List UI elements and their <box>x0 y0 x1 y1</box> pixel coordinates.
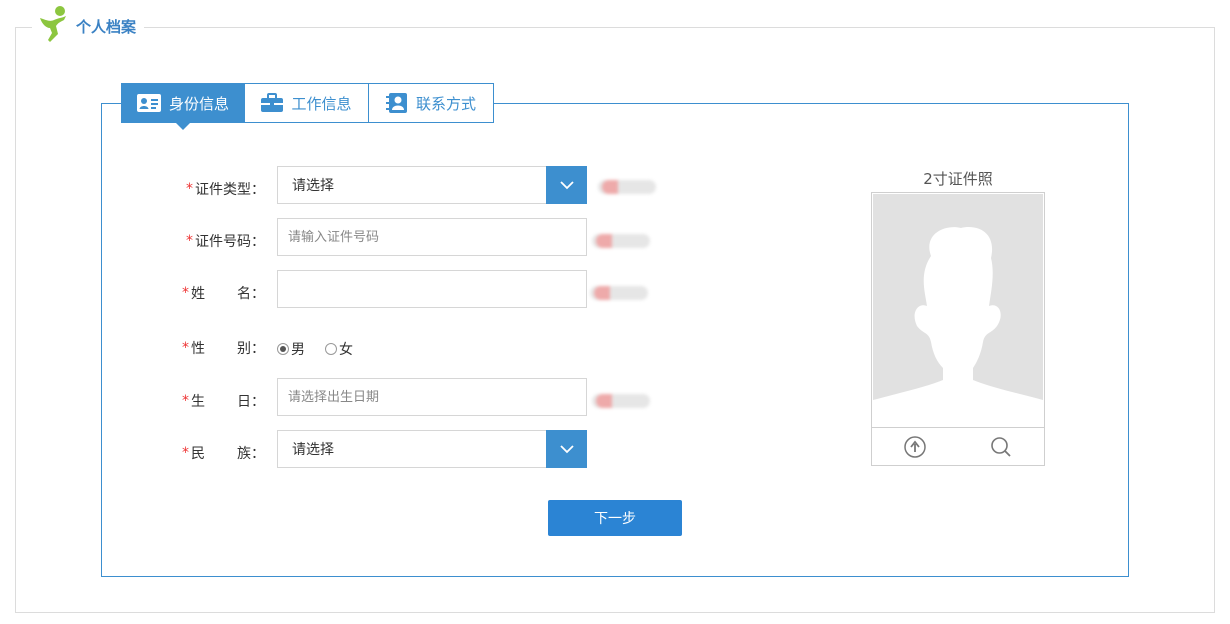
gender-option-female[interactable]: 女 <box>325 339 353 359</box>
id-type-value: 请选择 <box>292 178 334 194</box>
radio-button[interactable] <box>277 343 289 355</box>
briefcase-icon <box>261 93 284 113</box>
validation-hint <box>590 286 648 300</box>
page-title: 个人档案 <box>76 17 137 36</box>
gender-option-male[interactable]: 男 <box>277 339 305 359</box>
gender-label: * 性别： <box>182 340 265 357</box>
tab-bar: 身份信息 工作信息 联系方式 <box>121 83 494 130</box>
chevron-down-icon[interactable] <box>546 430 587 468</box>
photo-frame <box>871 192 1045 466</box>
active-tab-pointer <box>175 122 191 130</box>
contact-book-icon <box>385 92 408 114</box>
upload-icon[interactable] <box>903 435 927 459</box>
chevron-down-icon[interactable] <box>546 166 587 204</box>
search-icon[interactable] <box>989 435 1013 459</box>
page-header: 个人档案 <box>32 4 145 48</box>
birthday-input[interactable] <box>277 378 587 416</box>
radio-button[interactable] <box>325 343 337 355</box>
avatar-placeholder[interactable] <box>873 194 1043 426</box>
running-person-icon <box>36 4 70 48</box>
ethnicity-select[interactable]: 请选择 <box>277 430 587 468</box>
validation-hint <box>592 394 650 408</box>
validation-hint <box>598 180 656 194</box>
id-type-label: * 证件类型： <box>186 181 265 198</box>
birthday-label: * 生日： <box>182 393 265 410</box>
gender-radio-group: 男 女 <box>277 339 373 359</box>
tab-label: 身份信息 <box>168 94 229 113</box>
photo-title: 2寸证件照 <box>923 170 993 188</box>
tab-contact-info[interactable]: 联系方式 <box>369 83 494 123</box>
name-label: * 姓名： <box>182 285 265 302</box>
id-number-label: * 证件号码： <box>186 233 265 250</box>
ethnicity-value: 请选择 <box>292 442 334 458</box>
photo-toolbar <box>872 427 1044 465</box>
tab-identity-info[interactable]: 身份信息 <box>121 83 245 130</box>
name-input[interactable] <box>277 270 587 308</box>
tab-work-info[interactable]: 工作信息 <box>245 83 369 123</box>
validation-hint <box>592 234 650 248</box>
next-step-button[interactable]: 下一步 <box>548 500 682 536</box>
id-card-icon <box>136 94 161 112</box>
tab-label: 工作信息 <box>291 94 352 113</box>
id-number-input[interactable] <box>277 218 587 256</box>
id-type-select[interactable]: 请选择 <box>277 166 587 204</box>
ethnicity-label: * 民族： <box>182 445 265 462</box>
tab-label: 联系方式 <box>415 94 476 113</box>
